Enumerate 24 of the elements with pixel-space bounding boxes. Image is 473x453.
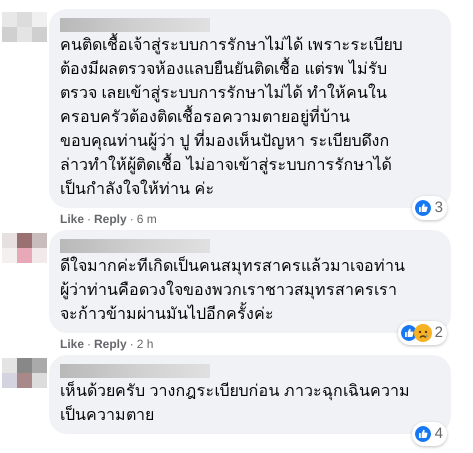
avatar[interactable]: [2, 233, 47, 263]
reply-link[interactable]: Reply: [94, 335, 127, 353]
like-link[interactable]: Like: [60, 210, 84, 228]
separator-dot: ·: [87, 336, 92, 353]
reaction-summary[interactable]: 4: [412, 422, 447, 446]
sad-face-icon: [414, 324, 432, 342]
blurred-name[interactable]: [60, 18, 210, 32]
blurred-name[interactable]: [60, 239, 210, 253]
blurred-name[interactable]: [60, 364, 210, 378]
separator-dot: ·: [130, 211, 134, 228]
timestamp[interactable]: 6 m: [136, 210, 157, 228]
like-reaction-icon: [414, 198, 432, 217]
reaction-summary[interactable]: 2: [398, 320, 447, 345]
reaction-summary[interactable]: 3: [412, 196, 447, 220]
avatar[interactable]: [2, 358, 47, 388]
comment-text: เห็นด้วยครับ วางกฎระเบียบก่อน ภาวะฉุกเฉินความ เป็นความตาย: [60, 380, 411, 426]
timestamp[interactable]: 2 h: [136, 335, 154, 353]
separator-dot: ·: [87, 211, 92, 228]
reaction-count: 2: [434, 322, 443, 342]
reaction-count: 4: [434, 424, 443, 444]
like-link[interactable]: Like: [60, 335, 84, 353]
separator-dot: ·: [130, 336, 134, 353]
reply-link[interactable]: Reply: [94, 210, 127, 228]
like-reaction-icon: [414, 424, 432, 443]
